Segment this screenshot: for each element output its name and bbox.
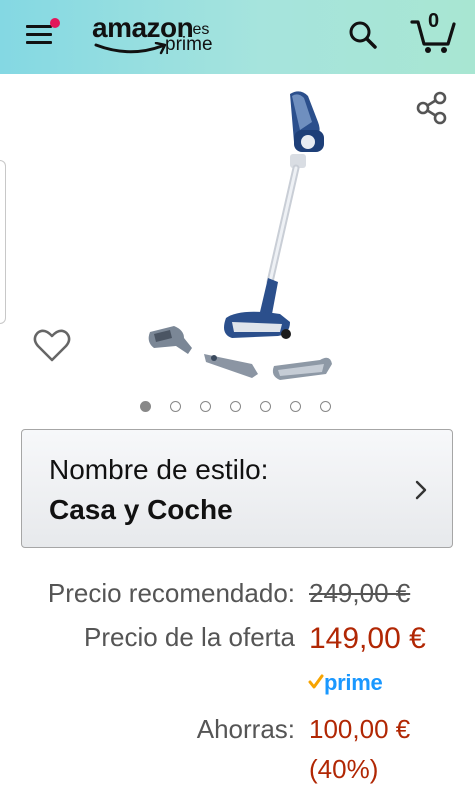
side-drawer-handle[interactable]	[0, 160, 6, 324]
chevron-right-icon	[415, 480, 427, 500]
deal-price-label: Precio de la oferta	[83, 622, 295, 652]
deal-price-value: 149,00 €	[309, 622, 426, 655]
list-price-row: Precio recomendado: 249,00 €	[0, 578, 475, 618]
amazon-prime-logo[interactable]: amazon .es prime	[92, 12, 232, 60]
smile-arrow-icon	[94, 42, 167, 55]
savings-percent: (40%)	[309, 754, 379, 784]
pager-dot[interactable]	[260, 401, 271, 412]
search-button[interactable]	[346, 18, 380, 52]
list-price-label: Precio recomendado:	[47, 578, 295, 608]
pager-dot[interactable]	[140, 401, 151, 412]
top-header: amazon .es prime 0	[0, 0, 475, 74]
share-button[interactable]	[414, 90, 450, 126]
prime-check-icon	[308, 674, 324, 689]
savings-row: Ahorras: 100,00 € (40%)	[0, 714, 475, 784]
product-image-gallery[interactable]	[0, 74, 475, 424]
pager-dot[interactable]	[230, 401, 241, 412]
product-image[interactable]	[140, 82, 340, 382]
hamburger-icon	[26, 25, 52, 28]
cart-button[interactable]: 0	[408, 10, 458, 56]
pager-dot[interactable]	[290, 401, 301, 412]
pager-dot[interactable]	[170, 401, 181, 412]
savings-label: Ahorras:	[196, 714, 295, 744]
style-value: Casa y Coche	[49, 494, 233, 525]
search-icon	[349, 21, 377, 49]
pager-dot[interactable]	[320, 401, 331, 412]
cart-count: 0	[428, 10, 440, 32]
prime-label: prime	[324, 670, 383, 695]
pager-dot[interactable]	[200, 401, 211, 412]
logo-prime: prime	[165, 34, 213, 55]
deal-price-row: Precio de la oferta 149,00 €	[0, 622, 475, 662]
list-price-value: 249,00 €	[309, 578, 411, 608]
savings-amount: 100,00 €	[309, 714, 411, 744]
heart-outline-icon	[33, 329, 71, 362]
style-selector-button[interactable]: Nombre de estilo: Casa y Coche	[21, 429, 453, 548]
wishlist-button[interactable]	[33, 328, 71, 364]
share-icon	[416, 91, 447, 125]
notification-dot	[50, 18, 60, 28]
style-label: Nombre de estilo:	[49, 454, 269, 485]
menu-button[interactable]	[26, 18, 60, 48]
